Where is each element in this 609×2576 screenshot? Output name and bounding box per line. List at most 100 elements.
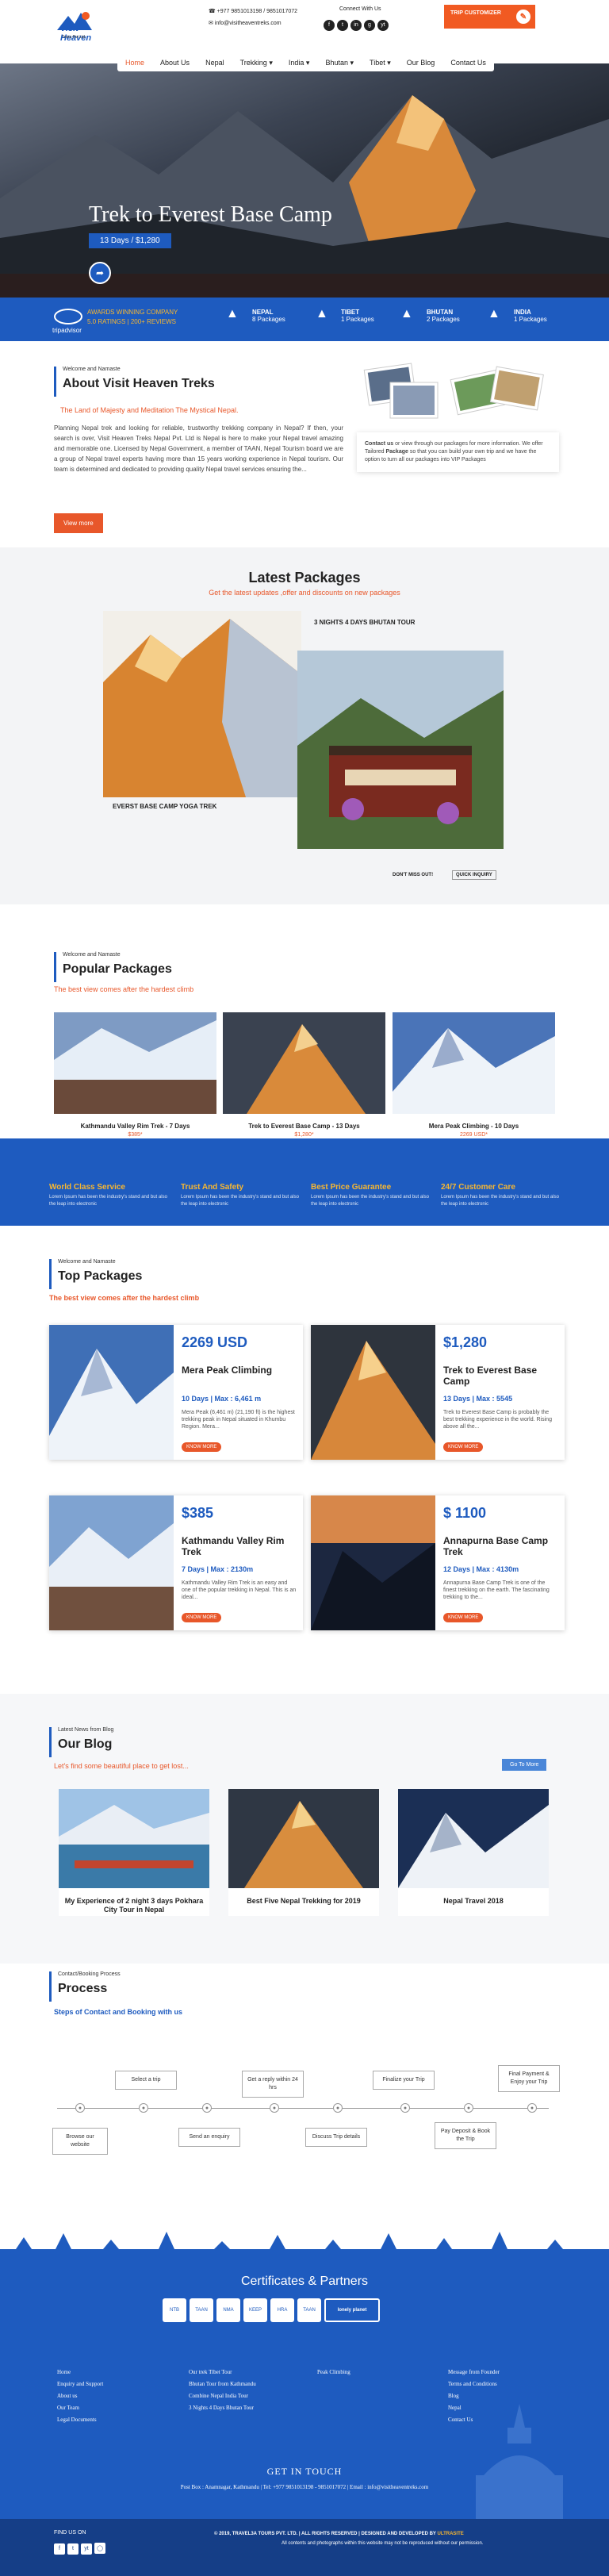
nav-tibet-label: Tibet [370,58,385,67]
footer-link[interactable]: Terms and Conditions [448,2378,500,2390]
partner-logo-nma[interactable]: NMA [216,2298,240,2322]
partner-logo-lonely-planet[interactable]: lonely planet [324,2298,380,2322]
contact-card: Contact us or view through our packages … [357,432,559,472]
nav-india-label: India [288,58,304,67]
country-bhutan[interactable]: BHUTAN 2 Packages [427,309,460,323]
footer-link[interactable]: 3 Nights 4 Days Bhutan Tour [189,2402,256,2414]
country-bhutan-count: 2 Packages [427,316,460,323]
nav-blog[interactable]: Our Blog [407,59,435,67]
footer-link[interactable]: Legal Documents [57,2414,103,2426]
footer-link[interactable]: Bhutan Tour from Kathmandu [189,2378,256,2390]
hero-price-badge: 13 Days / $1,280 [89,233,171,248]
card-name: Kathmandu Valley Rim Trek [182,1535,285,1557]
know-more-button[interactable]: KNOW MORE [443,1613,484,1622]
top-package-card[interactable]: 2269 USD Mera Peak Climbing 10 Days | Ma… [49,1325,303,1460]
nav-trekking[interactable]: Trekking ▾ [240,59,273,67]
footer-link[interactable]: Our trek Tibet Tour [189,2367,256,2378]
know-more-button[interactable]: KNOW MORE [182,1442,222,1452]
footer-address: Post Box : Anamnagar, Kathmandu | Tel: +… [180,2484,429,2490]
facebook-icon[interactable]: f [54,2543,65,2555]
google-icon[interactable]: g [364,19,375,31]
developer-link[interactable]: ULTRASITE [438,2532,464,2536]
partner-logo-ntb[interactable]: NTB [163,2298,186,2322]
twitter-icon[interactable]: t [337,19,348,31]
top-package-card[interactable]: $ 1100 Annapurna Base Camp Trek 12 Days … [311,1495,565,1630]
partner-logo-keep[interactable]: KEEP [243,2298,267,2322]
footer-link[interactable]: Blog [448,2390,500,2402]
process-line [57,2108,549,2109]
popular-title: Popular Packages [63,962,172,976]
blog-card[interactable]: Nepal Travel 2018 [398,1789,549,1916]
youtube-icon[interactable]: yt [377,19,389,31]
blog-card[interactable]: Best Five Nepal Trekking for 2019 [228,1789,379,1916]
footer-link[interactable]: Enquiry and Support [57,2378,103,2390]
footer-link[interactable]: Our Team [57,2402,103,2414]
card-price: $1,280 [443,1334,488,1350]
nav-tibet[interactable]: Tibet ▾ [370,59,391,67]
quick-inquiry-button[interactable]: QUICK INQUIRY [452,870,496,880]
nav-bhutan[interactable]: Bhutan ▾ [325,59,354,67]
twitter-icon[interactable]: t [67,2543,79,2555]
blog-card[interactable]: My Experience of 2 night 3 days Pokhara … [59,1789,209,1916]
footer-link[interactable]: Message from Founder [448,2367,500,2378]
popular-card[interactable]: Kathmandu Valley Rim Trek - 7 Days $385* [54,1012,216,1138]
footer-col-2: Our trek Tibet Tour Bhutan Tour from Kat… [189,2367,256,2414]
about-heading: Welcome and Namaste About Visit Heaven T… [54,367,215,397]
features-band: World Class Service Lorem Ipsum has been … [0,1138,609,1226]
go-to-more-button[interactable]: Go To More [502,1759,547,1771]
country-nepal-name: NEPAL [252,309,274,316]
country-nepal[interactable]: NEPAL 8 Packages [252,309,285,323]
feature-title: Trust And Safety [181,1183,244,1192]
latest-pkg-2[interactable]: 3 NIGHTS 4 DAYS BHUTAN TOUR [314,619,415,626]
view-more-button[interactable]: View more [54,513,103,533]
card-price: $ 1100 [443,1505,487,1521]
bhutan-tour-image[interactable] [297,651,504,849]
nav-nepal[interactable]: Nepal [205,59,224,67]
instagram-icon[interactable]: ◯ [94,2543,105,2554]
nav-india[interactable]: India ▾ [289,59,310,67]
footer-link[interactable]: Combine Nepal India Tour [189,2390,256,2402]
footer-link[interactable]: About us [57,2390,103,2402]
nav-about[interactable]: About Us [160,59,190,67]
popular-card[interactable]: Trek to Everest Base Camp - 13 Days $1,2… [223,1012,385,1138]
top-package-card[interactable]: $1,280 Trek to Everest Base Camp 13 Days… [311,1325,565,1460]
process-title: Process [58,1982,108,1995]
partners-title: Certificates & Partners [240,2275,369,2288]
facebook-icon[interactable]: f [324,19,335,31]
partner-logo-hra[interactable]: HRA [270,2298,294,2322]
email-address[interactable]: ✉ info@visitheaventreks.com [209,20,282,26]
share-icon[interactable]: ➦ [89,262,111,284]
chevron-down-icon: ▾ [269,58,273,67]
company-logo[interactable]: Visit Heaven Treks Pvt Ltd [51,6,98,48]
partner-logo-taan-2[interactable]: TAAN [297,2298,321,2322]
card-meta: 12 Days | Max : 4130m [443,1565,519,1573]
package-link[interactable]: Package [385,449,408,455]
contact-us-link[interactable]: Contact us [365,441,393,447]
card-name: Trek to Everest Base Camp [443,1365,538,1387]
latest-pkg-1[interactable]: EVERST BASE CAMP YOGA TREK [113,803,216,810]
popular-card[interactable]: Mera Peak Climbing - 10 Days 2269 USD* [393,1012,555,1138]
footer-link[interactable]: Home [57,2367,103,2378]
phone-number[interactable]: ☎ +977 9851013198 / 9851017072 [209,8,297,14]
trip-customizer-button[interactable]: TRIP CUSTOMIZER ✎ [444,5,535,29]
blog-subtitle: Let's find some beautiful place to get l… [54,1762,189,1770]
country-tibet[interactable]: TIBET 1 Packages [341,309,374,323]
top-package-card[interactable]: $385 Kathmandu Valley Rim Trek 7 Days | … [49,1495,303,1630]
stupa-silhouette [476,2404,563,2519]
country-india[interactable]: INDIA 1 Packages [514,309,547,323]
footer-link[interactable]: Peak Climbing [317,2367,350,2378]
about-tagline: The Land of Majesty and Meditation The M… [60,406,239,414]
linkedin-icon[interactable]: in [350,19,362,31]
step-browse-website: Browse our website [52,2128,108,2155]
feature-text: Lorem Ipsum has been the industry's stan… [49,1195,167,1207]
partner-logo-taan[interactable]: TAAN [190,2298,213,2322]
youtube-icon[interactable]: yt [81,2543,92,2555]
nav-home[interactable]: Home [125,59,144,67]
feature-trust-safety: Trust And Safety Lorem Ipsum has been the… [181,1183,300,1208]
know-more-button[interactable]: KNOW MORE [443,1442,484,1452]
know-more-button[interactable]: KNOW MORE [182,1613,222,1622]
dont-miss-out-button[interactable]: DON'T MISS OUT! [393,873,433,877]
everest-yoga-image[interactable] [103,611,301,797]
process-subtitle: Steps of Contact and Booking with us [54,2008,182,2016]
nav-contact[interactable]: Contact Us [450,59,486,67]
